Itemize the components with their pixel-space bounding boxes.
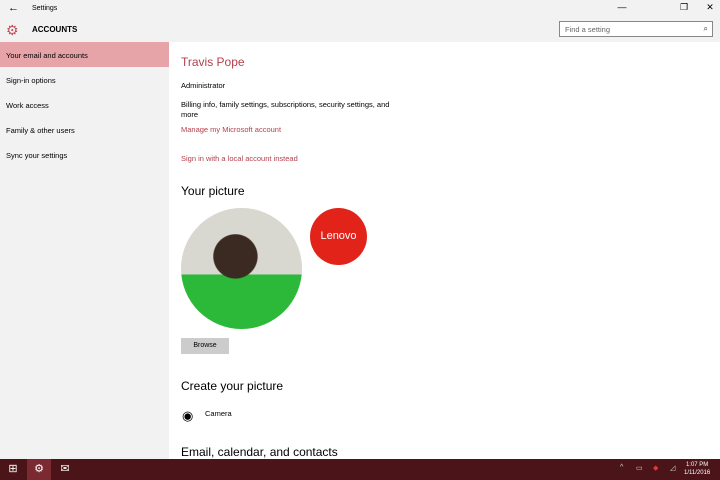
lenovo-picture[interactable]: Lenovo xyxy=(310,208,367,265)
account-name: Travis Pope xyxy=(181,55,245,69)
minimize-button[interactable]: — xyxy=(610,2,634,12)
wifi-icon[interactable]: ◿ xyxy=(670,464,675,472)
chevron-up-icon[interactable]: ^ xyxy=(620,464,623,471)
back-arrow-icon[interactable]: ← xyxy=(8,2,19,14)
profile-picture xyxy=(181,208,302,329)
create-picture-heading: Create your picture xyxy=(181,379,284,393)
battery-icon[interactable]: ▭ xyxy=(636,464,643,472)
clock[interactable]: 1:07 PM 1/11/2016 xyxy=(684,461,710,477)
manage-account-link[interactable]: Manage my Microsoft account xyxy=(181,125,281,134)
sidebar: Your email and accounts Sign-in options … xyxy=(0,42,169,459)
maximize-button[interactable]: ❐ xyxy=(672,2,696,13)
camera-label[interactable]: Camera xyxy=(205,409,232,418)
sidebar-item-sign-in-options[interactable]: Sign-in options xyxy=(0,67,169,92)
billing-text-2: more xyxy=(181,110,199,119)
windows-start-icon[interactable]: ⊞ xyxy=(2,459,24,480)
settings-taskbar-icon[interactable]: ⚙ xyxy=(27,459,51,480)
sidebar-item-family[interactable]: Family & other users xyxy=(0,117,169,142)
gear-icon: ⚙ xyxy=(6,22,19,38)
search-icon: ⌕ xyxy=(703,24,708,33)
local-account-link[interactable]: Sign in with a local account instead xyxy=(181,154,298,163)
sidebar-item-work-access[interactable]: Work access xyxy=(0,92,169,117)
search-placeholder: Find a setting xyxy=(565,25,611,34)
account-role: Administrator xyxy=(181,81,226,90)
billing-text: Billing info, family settings, subscript… xyxy=(181,100,390,109)
date: 1/11/2016 xyxy=(684,470,711,476)
app-title: Settings xyxy=(32,5,58,12)
time: 1:07 PM xyxy=(685,462,709,468)
email-heading: Email, calendar, and contacts xyxy=(181,445,338,459)
camera-icon[interactable]: ◉ xyxy=(182,408,193,424)
volume-icon[interactable]: ◆ xyxy=(653,464,658,472)
taskbar: ⊞ ⚙ ✉ ^ ▭ ◆ ◿ 1:07 PM 1/11/2016 xyxy=(0,459,720,480)
search-input[interactable]: Find a setting ⌕ xyxy=(559,21,713,37)
section-title: ACCOUNTS xyxy=(32,25,78,34)
picture-heading: Your picture xyxy=(181,184,245,198)
mail-taskbar-icon[interactable]: ✉ xyxy=(53,459,77,480)
browse-button[interactable]: Browse xyxy=(181,338,229,354)
close-button[interactable]: ✕ xyxy=(698,2,720,13)
sidebar-item-email-accounts[interactable]: Your email and accounts xyxy=(0,42,169,67)
title-bar: ← Settings — ❐ ✕ ⚙ ACCOUNTS Find a setti… xyxy=(0,0,720,42)
sidebar-item-sync[interactable]: Sync your settings xyxy=(0,142,169,167)
